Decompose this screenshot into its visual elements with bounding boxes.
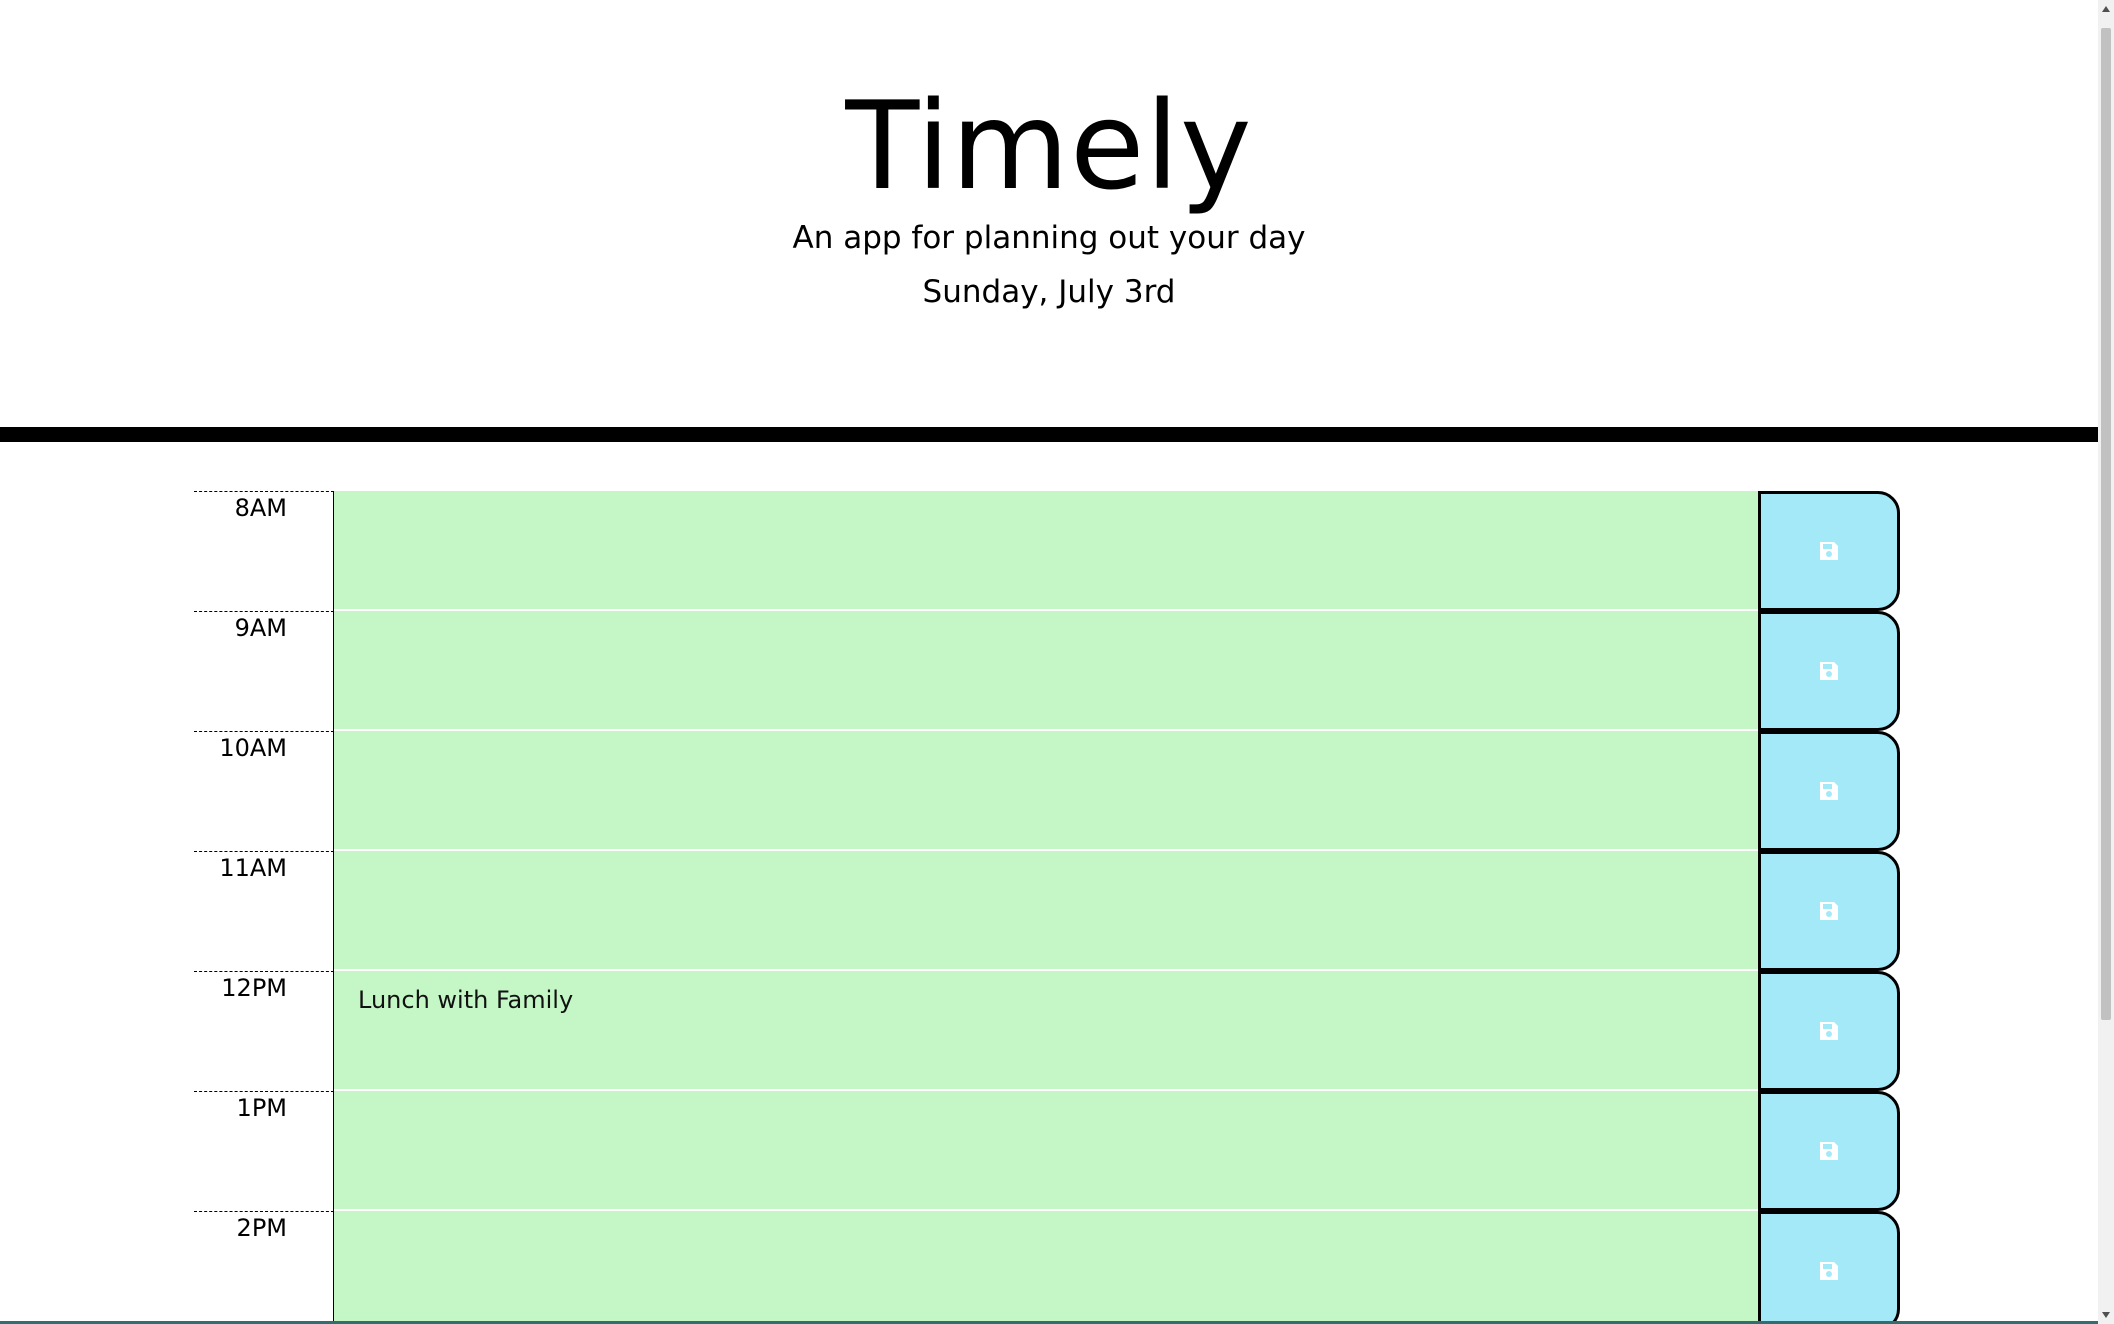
floppy-disk-icon: [1820, 902, 1838, 920]
event-description-input[interactable]: [334, 611, 1758, 731]
app-title: Timely: [845, 76, 1253, 217]
scroll-up-arrow-icon[interactable]: [2102, 6, 2110, 12]
event-description-input[interactable]: [334, 1091, 1758, 1211]
hour-label: 2PM: [194, 1211, 334, 1324]
floppy-disk-icon: [1820, 1022, 1838, 1040]
app-content: Timely An app for planning out your day …: [0, 0, 2098, 1324]
event-description-input[interactable]: [334, 1211, 1758, 1324]
header: Timely An app for planning out your day …: [0, 0, 2098, 428]
time-block-10am: 10AM: [194, 731, 1902, 851]
save-button[interactable]: [1758, 851, 1900, 971]
time-block-11am: 11AM: [194, 851, 1902, 971]
hour-label: 9AM: [194, 611, 334, 731]
header-divider: [0, 427, 2098, 442]
hour-label: 11AM: [194, 851, 334, 971]
vertical-scrollbar[interactable]: [2098, 0, 2114, 1324]
floppy-disk-icon: [1820, 1142, 1838, 1160]
event-description-input[interactable]: [334, 851, 1758, 971]
save-button[interactable]: [1758, 971, 1900, 1091]
hour-label: 10AM: [194, 731, 334, 851]
current-day: Sunday, July 3rd: [922, 274, 1176, 310]
page: Timely An app for planning out your day …: [0, 0, 2114, 1324]
hour-label: 1PM: [194, 1091, 334, 1211]
time-block-8am: 8AM: [194, 491, 1902, 611]
app-subtitle: An app for planning out your day: [792, 220, 1306, 256]
floppy-disk-icon: [1820, 1262, 1838, 1280]
time-block-1pm: 1PM: [194, 1091, 1902, 1211]
save-button[interactable]: [1758, 611, 1900, 731]
hour-label: 8AM: [194, 491, 334, 611]
save-button[interactable]: [1758, 491, 1900, 611]
floppy-disk-icon: [1820, 542, 1838, 560]
save-button[interactable]: [1758, 731, 1900, 851]
floppy-disk-icon: [1820, 662, 1838, 680]
scrollbar-thumb[interactable]: [2101, 28, 2111, 1020]
time-block-9am: 9AM: [194, 611, 1902, 731]
save-button[interactable]: [1758, 1211, 1900, 1324]
scroll-down-arrow-icon[interactable]: [2102, 1312, 2110, 1318]
time-block-12pm: 12PM Lunch with Family: [194, 971, 1902, 1091]
schedule: 8AM 9AM 10AM 11AM 12PM Lunch with Family…: [194, 491, 1902, 1324]
event-description-input[interactable]: [334, 731, 1758, 851]
event-description-input[interactable]: [334, 491, 1758, 611]
save-button[interactable]: [1758, 1091, 1900, 1211]
time-block-2pm: 2PM: [194, 1211, 1902, 1324]
floppy-disk-icon: [1820, 782, 1838, 800]
event-description-input[interactable]: Lunch with Family: [334, 971, 1758, 1091]
hour-label: 12PM: [194, 971, 334, 1091]
